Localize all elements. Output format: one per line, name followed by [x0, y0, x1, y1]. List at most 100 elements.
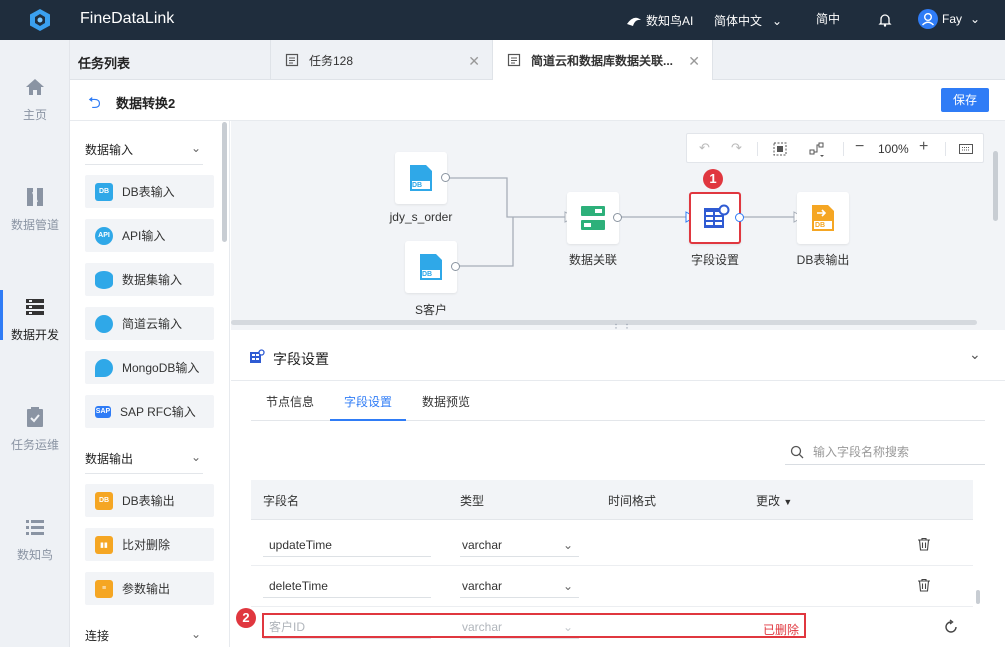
group-data-input[interactable]: 数据输入 ⌄	[85, 141, 203, 165]
toolbar-divider	[945, 142, 946, 156]
group-connect[interactable]: 连接 ⌄	[85, 627, 203, 647]
field-name-input[interactable]: updateTime	[263, 533, 431, 557]
title-row: ⮌ 数据转换2 保存	[70, 80, 1005, 121]
canvas-vertical-scrollbar[interactable]	[993, 151, 998, 221]
nav-home-label: 主页	[22, 108, 47, 122]
tab-task128[interactable]: 任务128 ✕	[270, 40, 492, 80]
comp-mongodb-input[interactable]: MongoDB输入	[85, 351, 214, 384]
output-port[interactable]	[613, 213, 622, 222]
comp-db-table-input[interactable]: DB DB表输入	[85, 175, 214, 208]
comp-param-output[interactable]: ≡ 参数输出	[85, 572, 214, 605]
output-port[interactable]	[441, 173, 450, 182]
tab-field-settings[interactable]: 字段设置	[329, 393, 407, 421]
nav-shuzhiniao-label: 数知鸟	[16, 548, 53, 562]
keyboard-icon[interactable]	[959, 143, 973, 155]
restore-icon[interactable]	[943, 619, 959, 635]
tab-data-preview[interactable]: 数据预览	[422, 393, 470, 410]
col-field-name: 字段名	[263, 494, 300, 508]
sap-icon: SAP	[95, 405, 111, 418]
comp-label: MongoDB输入	[122, 361, 200, 375]
col-change[interactable]: 更改 ▼	[756, 492, 792, 509]
component-scrollbar[interactable]	[222, 122, 227, 242]
notification-button[interactable]	[878, 12, 892, 27]
font-mode-label: 简中	[816, 12, 841, 26]
node-db-output[interactable]: DB	[797, 192, 849, 244]
tab-node-info[interactable]: 节点信息	[266, 393, 314, 410]
back-icon[interactable]: ⮌	[88, 92, 101, 119]
chevron-down-icon: ⌄	[190, 627, 201, 641]
node-label: S客户	[414, 303, 447, 317]
home-icon	[26, 79, 44, 95]
comp-label: 参数输出	[122, 582, 171, 596]
db-table-icon: DB	[95, 182, 113, 201]
settings-scrollbar[interactable]	[976, 590, 980, 604]
node-jdy-s-order[interactable]: DB	[395, 152, 447, 204]
nav-home[interactable]: 主页	[0, 76, 70, 123]
mongodb-icon	[95, 358, 113, 377]
deleted-status-tag: 已删除	[763, 623, 800, 637]
db-output-icon: DB	[95, 491, 113, 510]
fit-view-icon[interactable]	[773, 142, 787, 156]
comp-label: DB表输入	[122, 185, 175, 199]
comp-compare-delete[interactable]: ▮▮ 比对删除	[85, 528, 214, 561]
param-output-icon: ≡	[95, 579, 113, 598]
node-badge: DB	[422, 271, 433, 278]
dataset-icon	[95, 270, 113, 289]
close-icon[interactable]: ✕	[468, 53, 480, 70]
zoom-in-icon[interactable]: +	[919, 138, 928, 156]
nav-dev[interactable]: 数据开发	[0, 290, 70, 343]
zoom-out-icon[interactable]: −	[855, 138, 864, 156]
output-port[interactable]	[735, 213, 744, 222]
table-header: 字段名 类型 时间格式 更改 ▼	[251, 480, 973, 520]
save-button[interactable]: 保存	[941, 88, 989, 112]
task-doc-icon	[285, 53, 299, 67]
canvas-horizontal-scrollbar[interactable]	[231, 320, 977, 325]
output-port[interactable]	[451, 262, 460, 271]
language-selector[interactable]: 简体中文 ⌄	[714, 12, 782, 29]
field-name-input[interactable]: deleteTime	[263, 574, 431, 598]
bell-icon	[878, 14, 892, 27]
nav-pipeline[interactable]: 数据管道	[0, 186, 70, 233]
comp-jiandaoyun-input[interactable]: 简道云输入	[85, 307, 214, 340]
trash-icon[interactable]	[917, 537, 931, 551]
flow-canvas[interactable]: DB jdy_s_order DB S客户 数据关联 字段设置 DB DB表输出…	[231, 121, 1005, 330]
col-type: 类型	[460, 494, 485, 508]
toolbar-divider	[757, 142, 758, 156]
group-data-output[interactable]: 数据输出 ⌄	[85, 450, 203, 474]
annotation-marker-1: 1	[703, 169, 723, 189]
dev-icon	[26, 299, 44, 315]
chevron-down-icon: ⌄	[970, 12, 981, 26]
redo-icon[interactable]: ↷	[731, 140, 742, 156]
ai-button[interactable]: 数知鸟AI	[626, 12, 693, 29]
tab-divider	[712, 40, 713, 80]
group-label: 数据输入	[85, 143, 134, 157]
comp-api-input[interactable]: API API输入	[85, 219, 214, 252]
layout-icon[interactable]	[809, 142, 825, 158]
nav-shuzhiniao[interactable]: 数知鸟	[0, 516, 70, 563]
field-type-select[interactable]: varchar ⌄	[460, 574, 579, 598]
node-field-settings[interactable]	[689, 192, 741, 244]
node-data-association[interactable]	[567, 192, 619, 244]
task-list-title[interactable]: 任务列表	[78, 53, 130, 72]
user-menu[interactable]: Fay ⌄	[918, 9, 980, 29]
comp-sap-rfc-input[interactable]: SAP SAP RFC输入	[85, 395, 214, 428]
node-s-customer[interactable]: DB	[405, 241, 457, 293]
font-mode-button[interactable]: 简中	[816, 10, 840, 27]
trash-icon[interactable]	[917, 578, 931, 592]
chevron-down-icon: ⌄	[562, 579, 573, 593]
tab-data-association[interactable]: 简道云和数据库数据关联... ✕	[492, 40, 712, 80]
comp-dataset-input[interactable]: 数据集输入	[85, 263, 214, 296]
chevron-down-icon: ⌄	[190, 141, 201, 155]
undo-icon[interactable]: ↶	[699, 140, 710, 156]
nav-ops[interactable]: 任务运维	[0, 406, 70, 453]
brand-name: FineDataLink	[80, 10, 175, 27]
collapse-chevron-icon[interactable]: ⌄	[969, 346, 981, 363]
field-type-value: varchar	[462, 579, 503, 593]
field-search-input[interactable]: 输入字段名称搜索	[785, 441, 985, 465]
field-type-value: varchar	[462, 538, 503, 552]
settings-panel: 字段设置 ⌄ 节点信息 字段设置 数据预览 输入字段名称搜索 字段名 类型 时间…	[231, 330, 1005, 647]
comp-label: SAP RFC输入	[120, 405, 196, 419]
comp-db-table-output[interactable]: DB DB表输出	[85, 484, 214, 517]
close-icon[interactable]: ✕	[688, 53, 700, 70]
field-type-select[interactable]: varchar ⌄	[460, 533, 579, 557]
